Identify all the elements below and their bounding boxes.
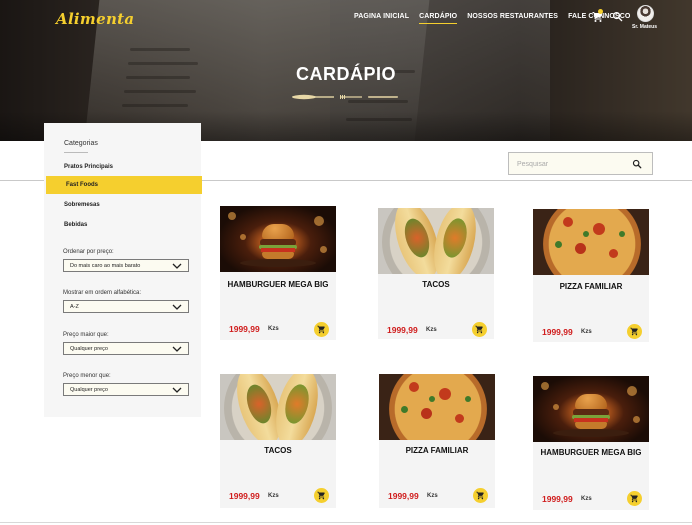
- product-name: PIZZA FAMILIAR: [405, 446, 469, 455]
- min-price-select[interactable]: Qualquer preço: [63, 342, 189, 355]
- search-icon[interactable]: [632, 159, 642, 169]
- add-to-cart-button[interactable]: [314, 488, 329, 503]
- sort-alpha-label: Mostrar em ordem alfabética:: [63, 290, 142, 296]
- sort-alpha-value: A-Z: [70, 304, 79, 310]
- search-bar: [508, 152, 653, 175]
- user-name[interactable]: Sr. Mateus: [632, 24, 657, 30]
- cart-icon: [317, 325, 325, 334]
- hero-banner: Alimenta PAGINA INICIAL CARDÁPIO NOSSOS …: [0, 0, 692, 141]
- product-currency: Kzs: [581, 329, 592, 335]
- filter-sidebar: Categorias Pratos Principais Fast Foods …: [44, 123, 202, 417]
- category-sobremesas[interactable]: Sobremesas: [44, 196, 201, 214]
- product-name: PIZZA FAMILIAR: [559, 282, 623, 291]
- max-price-label: Preço menor que:: [63, 373, 111, 379]
- search-input[interactable]: [517, 158, 617, 170]
- product-card[interactable]: TACOS 1999,99 Kzs: [378, 208, 494, 339]
- cart-icon: [475, 325, 483, 334]
- product-currency: Kzs: [427, 493, 438, 499]
- product-price: 1999,99: [229, 491, 260, 501]
- sort-price-value: Do mais caro ao mais barato: [70, 263, 141, 269]
- product-price: 1999,99: [229, 324, 260, 334]
- nav-cardapio[interactable]: CARDÁPIO: [419, 13, 458, 24]
- product-name: HAMBURGUER MEGA BIG: [227, 280, 329, 289]
- product-name: TACOS: [422, 280, 450, 289]
- nav-pagina-inicial[interactable]: PAGINA INICIAL: [354, 13, 409, 20]
- sort-alpha-select[interactable]: A-Z: [63, 300, 189, 313]
- burger-image[interactable]: [220, 206, 336, 272]
- product-card[interactable]: PIZZA FAMILIAR 1999,99 Kzs: [379, 374, 495, 508]
- brand-logo[interactable]: Alimenta: [56, 10, 134, 28]
- add-to-cart-button[interactable]: [314, 322, 329, 337]
- divider: [0, 522, 692, 523]
- product-card[interactable]: HAMBURGUER MEGA BIG 1999,99 Kzs: [220, 206, 336, 340]
- product-price: 1999,99: [542, 327, 573, 337]
- main-nav: PAGINA INICIAL CARDÁPIO NOSSOS RESTAURAN…: [354, 13, 630, 24]
- product-card[interactable]: HAMBURGUER MEGA BIG 1999,99 Kzs: [533, 376, 649, 510]
- min-price-label: Preço maior que:: [63, 332, 109, 338]
- chevron-down-icon: [172, 263, 182, 269]
- sidebar-heading: Categorias: [64, 140, 98, 147]
- cart-icon: [317, 491, 325, 500]
- product-name: TACOS: [264, 446, 292, 455]
- category-pratos-principais[interactable]: Pratos Principais: [44, 158, 201, 176]
- max-price-select[interactable]: Qualquer preço: [63, 383, 189, 396]
- product-price: 1999,99: [387, 325, 418, 335]
- burger-image[interactable]: [533, 376, 649, 442]
- product-currency: Kzs: [268, 493, 279, 499]
- min-price-value: Qualquer preço: [70, 346, 108, 352]
- add-to-cart-button[interactable]: [472, 322, 487, 337]
- product-currency: Kzs: [426, 327, 437, 333]
- cart-icon: [630, 494, 638, 503]
- pizza-image[interactable]: [533, 209, 649, 275]
- nav-nossos-restaurantes[interactable]: NOSSOS RESTAURANTES: [467, 13, 558, 20]
- add-to-cart-button[interactable]: [627, 324, 642, 339]
- add-to-cart-button[interactable]: [627, 491, 642, 506]
- cart-badge: [598, 9, 603, 14]
- cutlery-divider-icon: [292, 94, 398, 100]
- heading-underline: [64, 152, 88, 153]
- pizza-image[interactable]: [379, 374, 495, 440]
- sort-price-label: Ordenar por preço:: [63, 249, 114, 255]
- tacos-image[interactable]: [378, 208, 494, 274]
- product-currency: Kzs: [581, 496, 592, 502]
- product-name: HAMBURGUER MEGA BIG: [540, 448, 642, 457]
- avatar[interactable]: [637, 5, 654, 22]
- page-title: CARDÁPIO: [295, 64, 396, 84]
- product-price: 1999,99: [542, 494, 573, 504]
- cart-icon: [630, 327, 638, 336]
- product-currency: Kzs: [268, 326, 279, 332]
- tacos-image[interactable]: [220, 374, 336, 440]
- product-card[interactable]: PIZZA FAMILIAR 1999,99 Kzs: [533, 209, 649, 342]
- category-bebidas[interactable]: Bebidas: [44, 216, 201, 234]
- product-card[interactable]: TACOS 1999,99 Kzs: [220, 374, 336, 508]
- chevron-down-icon: [172, 387, 182, 393]
- max-price-value: Qualquer preço: [70, 387, 108, 393]
- add-to-cart-button[interactable]: [473, 488, 488, 503]
- chevron-down-icon: [172, 346, 182, 352]
- sort-price-select[interactable]: Do mais caro ao mais barato: [63, 259, 189, 272]
- cart-icon: [476, 491, 484, 500]
- search-icon[interactable]: [612, 11, 623, 22]
- product-price: 1999,99: [388, 491, 419, 501]
- chevron-down-icon: [172, 304, 182, 310]
- category-fast-foods[interactable]: Fast Foods: [46, 176, 202, 194]
